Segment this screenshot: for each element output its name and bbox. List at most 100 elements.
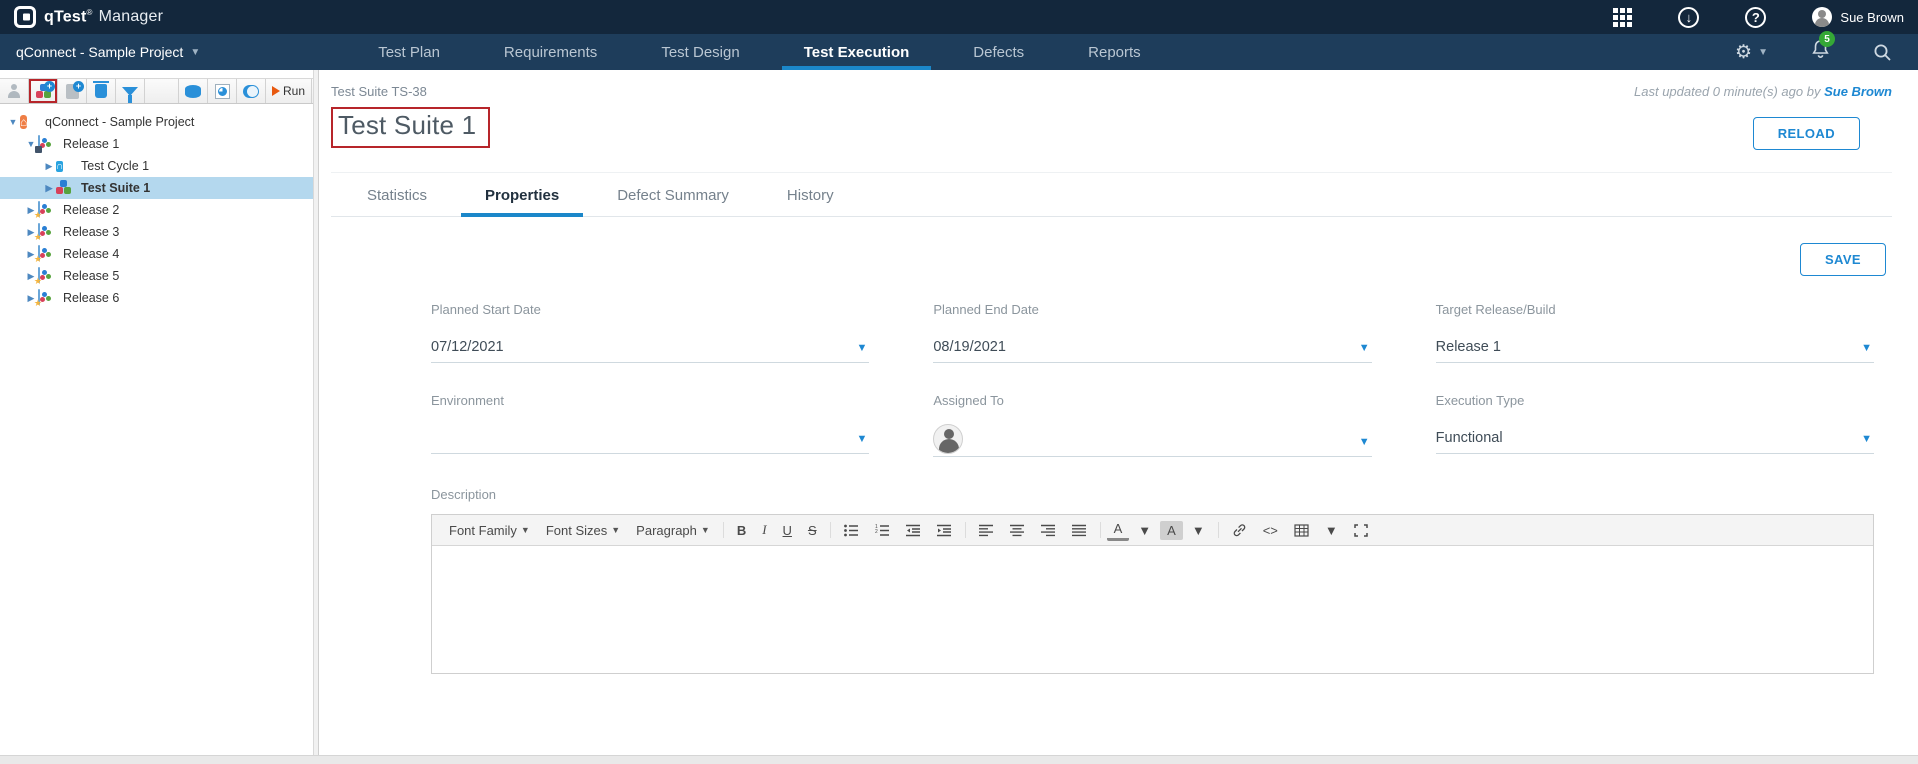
delete-icon[interactable]: [87, 79, 116, 103]
tree-item-project[interactable]: ▼ ⌂ qConnect - Sample Project: [0, 111, 313, 133]
add-user-icon[interactable]: [0, 79, 29, 103]
tree-item-test-suite-1[interactable]: ▶ Test Suite 1: [0, 177, 313, 199]
last-updated-user-link[interactable]: Sue Brown: [1824, 84, 1892, 99]
align-left-icon[interactable]: [972, 521, 1001, 540]
page-title[interactable]: Test Suite 1: [338, 110, 476, 140]
project-selector[interactable]: qConnect - Sample Project ▼: [0, 34, 216, 70]
download-icon[interactable]: ↓: [1678, 7, 1699, 28]
tree-item-release-1[interactable]: ▼ Release 1: [0, 133, 313, 155]
release-icon: ★: [38, 245, 40, 261]
fullscreen-icon[interactable]: [1347, 521, 1375, 540]
field-planned-start-date: Planned Start Date 07/12/2021 ▼: [431, 302, 869, 363]
align-right-icon[interactable]: [1034, 521, 1063, 540]
tree-item-release-2[interactable]: ▶ ★ Release 2: [0, 199, 313, 221]
toggle-view-icon[interactable]: [237, 79, 266, 103]
tree-item-release-4[interactable]: ▶ ★ Release 4: [0, 243, 313, 265]
text-color-button[interactable]: A: [1107, 519, 1130, 541]
release-icon: ★: [38, 201, 40, 217]
logo-product: Manager: [99, 8, 164, 25]
description-textarea[interactable]: [432, 546, 1873, 673]
chevron-down-icon[interactable]: ▼: [1861, 342, 1872, 354]
link-icon[interactable]: [1225, 521, 1254, 540]
planned-start-date-input[interactable]: 07/12/2021 ▼: [431, 333, 869, 363]
test-execution-sidebar: + + Run ▼ ⌂ qConnect - Sample Project ▼ …: [0, 70, 313, 755]
run-button[interactable]: Run: [266, 79, 312, 103]
chevron-down-icon[interactable]: ▼: [1861, 433, 1872, 445]
chevron-down-icon[interactable]: ▼: [1359, 436, 1370, 448]
text-color-caret-icon[interactable]: ▼: [1131, 520, 1158, 541]
tree-item-release-3[interactable]: ▶ ★ Release 3: [0, 221, 313, 243]
background-color-button[interactable]: A: [1160, 521, 1183, 540]
chevron-down-icon[interactable]: ▼: [856, 433, 867, 445]
font-sizes-dropdown[interactable]: Font Sizes▼: [539, 520, 627, 541]
assigned-to-select[interactable]: ▼: [933, 424, 1371, 457]
bullet-list-icon[interactable]: [837, 521, 866, 540]
play-icon: [272, 86, 280, 96]
tab-properties[interactable]: Properties: [461, 173, 583, 216]
numbered-list-icon[interactable]: 12: [868, 521, 897, 540]
strikethrough-button[interactable]: S: [801, 520, 824, 541]
code-button[interactable]: <>: [1256, 520, 1285, 541]
home-icon: ⌂: [20, 115, 27, 129]
tab-defect-summary[interactable]: Defect Summary: [593, 173, 753, 216]
help-icon[interactable]: ?: [1745, 7, 1766, 28]
tab-requirements[interactable]: Requirements: [472, 34, 629, 70]
add-test-suite-icon[interactable]: +: [29, 79, 58, 103]
justify-icon[interactable]: [1065, 521, 1094, 540]
save-button[interactable]: SAVE: [1800, 243, 1886, 276]
reports-icon[interactable]: [208, 79, 237, 103]
add-test-run-icon[interactable]: +: [58, 79, 87, 103]
chevron-down-icon[interactable]: ▼: [1359, 342, 1370, 354]
target-release-select[interactable]: Release 1 ▼: [1436, 333, 1874, 363]
star-icon: ★: [34, 212, 42, 219]
chevron-down-icon[interactable]: ▼: [856, 342, 867, 354]
lock-icon: [35, 146, 42, 153]
datasets-icon[interactable]: [179, 79, 208, 103]
notifications-button[interactable]: 5: [1812, 40, 1829, 64]
expand-arrow-icon[interactable]: ▶: [42, 161, 56, 172]
italic-button[interactable]: I: [755, 519, 773, 541]
tab-reports[interactable]: Reports: [1056, 34, 1173, 70]
logo-name: qTest: [44, 8, 86, 25]
bold-button[interactable]: B: [730, 520, 753, 541]
field-label: Assigned To: [933, 393, 1371, 408]
tab-test-plan[interactable]: Test Plan: [346, 34, 472, 70]
settings-menu[interactable]: ⚙ ▼: [1735, 41, 1768, 64]
tree-item-label: Release 1: [63, 137, 119, 151]
last-updated-text: Last updated 0 minute(s) ago by Sue Brow…: [1634, 84, 1892, 99]
planned-end-date-input[interactable]: 08/19/2021 ▼: [933, 333, 1371, 363]
expand-arrow-icon[interactable]: ▼: [6, 117, 20, 127]
user-menu[interactable]: Sue Brown: [1812, 7, 1904, 27]
decrease-indent-icon[interactable]: [899, 521, 928, 540]
release-icon: ★: [38, 223, 40, 239]
field-assigned-to: Assigned To ▼: [933, 393, 1371, 457]
execution-type-select[interactable]: Functional ▼: [1436, 424, 1874, 454]
chevron-down-icon: ▼: [1758, 47, 1768, 58]
expand-arrow-icon[interactable]: ▶: [42, 183, 56, 194]
table-icon[interactable]: [1287, 521, 1316, 540]
search-icon[interactable]: [1873, 43, 1892, 62]
background-color-caret-icon[interactable]: ▼: [1185, 520, 1212, 541]
environment-select[interactable]: ▼: [431, 424, 869, 454]
increase-indent-icon[interactable]: [930, 521, 959, 540]
tree-item-label: Release 3: [63, 225, 119, 239]
app-launcher-icon[interactable]: [1613, 8, 1632, 27]
tree-item-release-6[interactable]: ▶ ★ Release 6: [0, 287, 313, 309]
tab-test-execution[interactable]: Test Execution: [772, 34, 942, 70]
tab-defects[interactable]: Defects: [941, 34, 1056, 70]
tab-test-design[interactable]: Test Design: [629, 34, 771, 70]
filter-icon[interactable]: [116, 79, 145, 103]
font-family-dropdown[interactable]: Font Family▼: [442, 520, 537, 541]
toolbar-spacer: [145, 79, 179, 103]
reload-button[interactable]: RELOAD: [1753, 117, 1860, 150]
tab-history[interactable]: History: [763, 173, 858, 216]
properties-form: Planned Start Date 07/12/2021 ▼ Planned …: [431, 302, 1874, 457]
tree-item-test-cycle-1[interactable]: ▶ ∩ Test Cycle 1: [0, 155, 313, 177]
table-caret-icon[interactable]: ▼: [1318, 520, 1345, 541]
paragraph-dropdown[interactable]: Paragraph▼: [629, 520, 717, 541]
tree-item-release-5[interactable]: ▶ ★ Release 5: [0, 265, 313, 287]
release-icon: [38, 135, 40, 151]
tab-statistics[interactable]: Statistics: [343, 173, 451, 216]
underline-button[interactable]: U: [776, 520, 799, 541]
align-center-icon[interactable]: [1003, 521, 1032, 540]
